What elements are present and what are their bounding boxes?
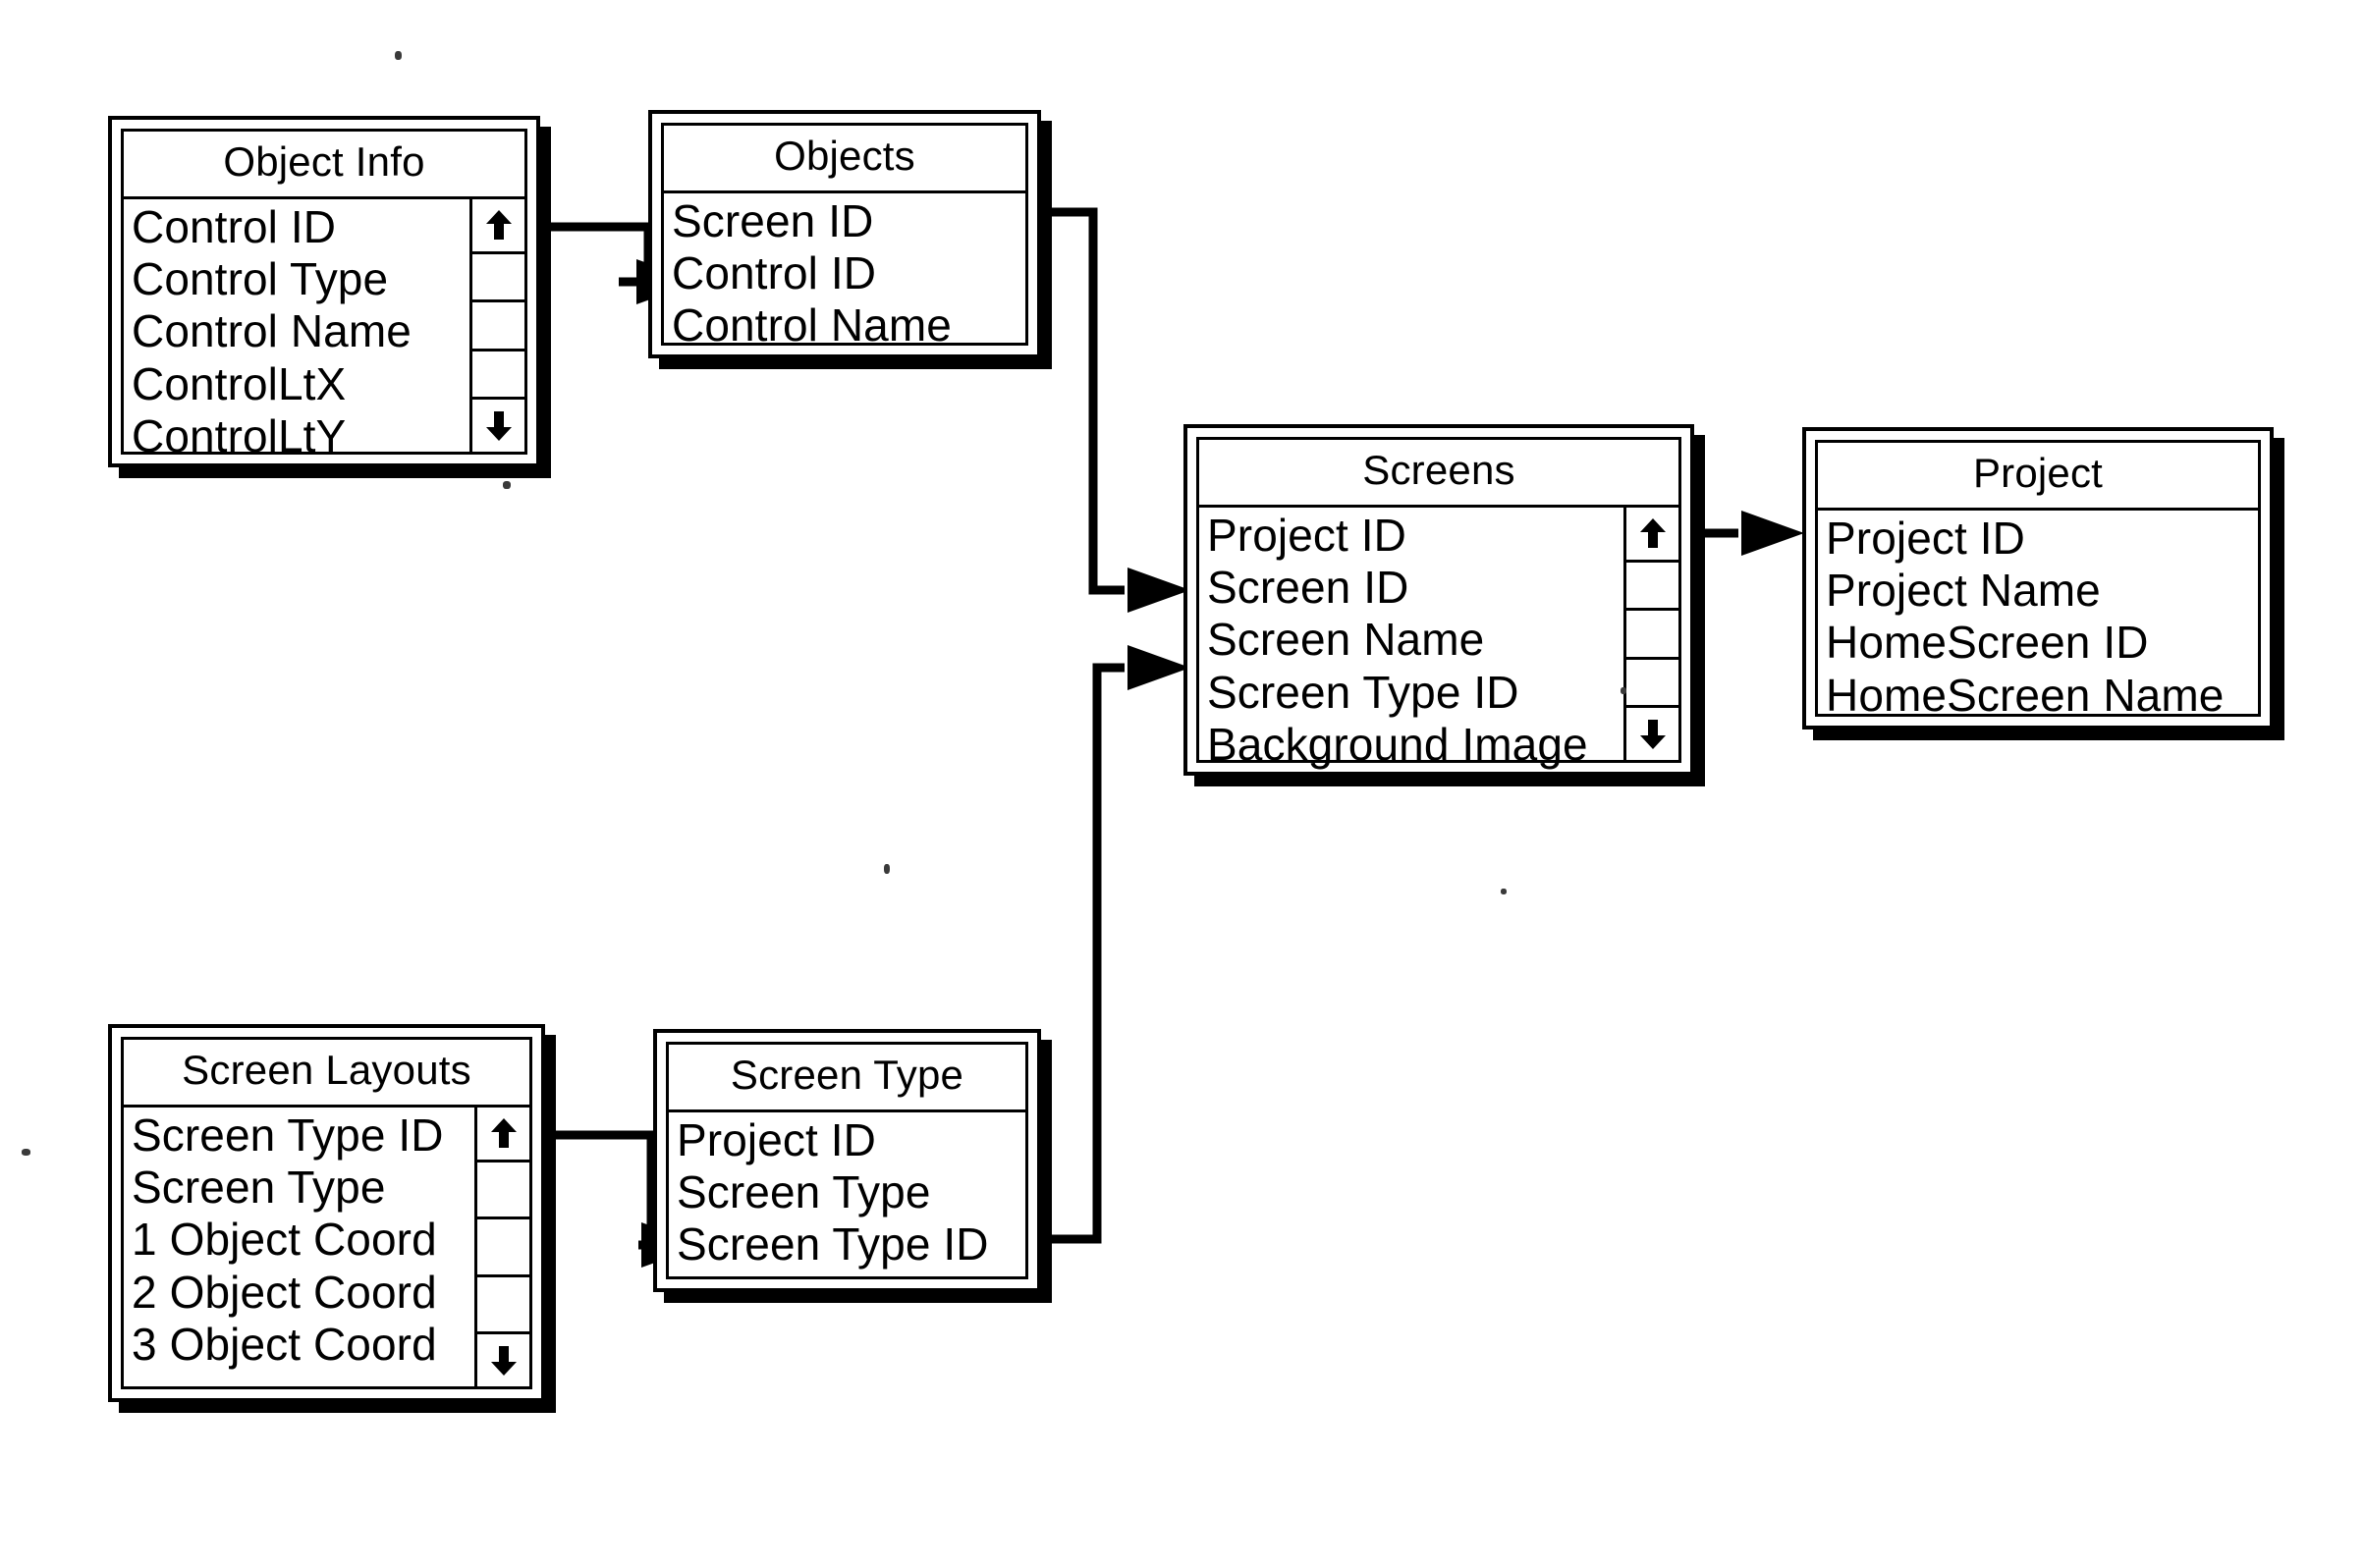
field-row: Screen Type ID [677, 1218, 989, 1271]
field-row: Control Name [672, 299, 952, 351]
field-row: ControlLtY [132, 409, 347, 461]
entity-screen-layouts[interactable]: Screen Layouts Screen Type ID Screen Typ… [108, 1024, 545, 1402]
scan-speck [395, 51, 402, 60]
entity-objects[interactable]: Objects Screen ID Control ID Control Nam… [648, 110, 1041, 358]
scan-speck [22, 1149, 30, 1156]
entity-project[interactable]: Project Project ID Project Name HomeScre… [1802, 427, 2274, 730]
entity-objects-title: Objects [664, 126, 1025, 193]
connector-screen-type-to-screens [1034, 645, 1190, 1244]
scroll-up-arrow-icon[interactable] [472, 199, 524, 254]
field-row: Screen ID [672, 194, 874, 246]
entity-object-info-inner: Object Info Control ID Control Type Cont… [121, 129, 527, 461]
entity-object-info[interactable]: Object Info Control ID Control Type Cont… [108, 116, 540, 467]
entity-screen-type-title: Screen Type [669, 1045, 1025, 1112]
scroll-down-arrow-icon[interactable] [1626, 705, 1678, 760]
entity-project-title: Project [1818, 443, 2258, 511]
scan-speck [503, 481, 511, 489]
entity-screen-layouts-title: Screen Layouts [124, 1040, 529, 1108]
field-row: Screen Type ID [132, 1108, 444, 1161]
scroll-thumb-segment[interactable] [477, 1162, 529, 1220]
field-row: Control ID [132, 200, 337, 252]
scroll-down-arrow-icon[interactable] [477, 1331, 529, 1386]
field-row: Screen Type [132, 1161, 386, 1213]
field-row: Control ID [672, 246, 877, 298]
field-row: 2 Object Coord [132, 1266, 437, 1318]
field-row: ControlLtX [132, 357, 347, 409]
entity-screens-scrollbar[interactable] [1623, 507, 1678, 760]
scroll-up-arrow-icon[interactable] [1626, 508, 1678, 563]
field-row: Screen Type ID [1207, 666, 1519, 718]
field-row: 3 Object Coord [132, 1318, 437, 1370]
field-row: Screen Name [1207, 614, 1485, 666]
entity-object-info-title: Object Info [124, 132, 524, 199]
field-row: Control Name [132, 305, 412, 357]
field-row: Background Image [1207, 718, 1588, 770]
entity-project-field-list: Project ID Project Name HomeScreen ID Ho… [1818, 511, 2258, 721]
entity-screen-layouts-inner: Screen Layouts Screen Type ID Screen Typ… [121, 1037, 532, 1389]
entity-screen-layouts-scrollbar[interactable] [474, 1107, 529, 1386]
entity-object-info-scrollbar[interactable] [469, 198, 524, 452]
scroll-thumb-segment[interactable] [1626, 563, 1678, 612]
field-row: Project ID [1826, 512, 2025, 564]
entity-screen-type-body: Project ID Screen Type Screen Type ID [669, 1112, 1025, 1276]
scan-speck [884, 864, 890, 874]
entity-objects-field-list: Screen ID Control ID Control Name [664, 193, 1025, 351]
scroll-thumb-segment[interactable] [472, 302, 524, 351]
entity-project-inner: Project Project ID Project Name HomeScre… [1815, 440, 2261, 721]
entity-objects-body: Screen ID Control ID Control Name [664, 193, 1025, 351]
field-row: Project Name [1826, 564, 2101, 616]
field-row: Project ID [1207, 509, 1406, 561]
scroll-thumb-segment[interactable] [1626, 611, 1678, 660]
field-row: Control Type [132, 252, 389, 304]
scroll-thumb-segment[interactable] [472, 254, 524, 303]
scroll-track[interactable] [472, 254, 524, 397]
scan-speck [1501, 889, 1507, 894]
scroll-thumb-segment[interactable] [477, 1219, 529, 1277]
scroll-up-arrow-icon[interactable] [477, 1108, 529, 1162]
field-row: Project ID [677, 1113, 876, 1165]
entity-screen-type[interactable]: Screen Type Project ID Screen Type Scree… [653, 1029, 1041, 1292]
scroll-track[interactable] [1626, 563, 1678, 705]
field-row: 1 Object Coord [132, 1214, 437, 1266]
diagram-canvas: Object Info Control ID Control Type Cont… [0, 0, 2364, 1568]
entity-screens[interactable]: Screens Project ID Screen ID Screen Name… [1183, 424, 1694, 776]
scroll-thumb-segment[interactable] [1626, 660, 1678, 705]
entity-screens-field-list: Project ID Screen ID Screen Name Screen … [1199, 508, 1623, 770]
field-row: Screen Type [677, 1165, 931, 1217]
scroll-thumb-segment[interactable] [477, 1277, 529, 1331]
entity-object-info-body: Control ID Control Type Control Name Con… [124, 198, 524, 461]
scroll-thumb-segment[interactable] [472, 351, 524, 397]
connector-objects-to-screens [1034, 207, 1190, 613]
entity-project-body: Project ID Project Name HomeScreen ID Ho… [1818, 511, 2258, 721]
field-row: HomeScreen ID [1826, 617, 2149, 669]
entity-screens-body: Project ID Screen ID Screen Name Screen … [1199, 507, 1678, 770]
entity-screen-type-field-list: Project ID Screen Type Screen Type ID [669, 1112, 1025, 1276]
scroll-track[interactable] [477, 1162, 529, 1331]
entity-object-info-field-list: Control ID Control Type Control Name Con… [124, 199, 469, 461]
scroll-down-arrow-icon[interactable] [472, 397, 524, 452]
entity-screens-title: Screens [1199, 440, 1678, 508]
entity-objects-inner: Objects Screen ID Control ID Control Nam… [661, 123, 1028, 351]
connector-screens-to-project [1685, 511, 1804, 556]
entity-screen-type-inner: Screen Type Project ID Screen Type Scree… [666, 1042, 1028, 1279]
field-row: HomeScreen Name [1826, 669, 2225, 721]
field-row: Screen ID [1207, 561, 1409, 613]
entity-screen-layouts-body: Screen Type ID Screen Type 1 Object Coor… [124, 1107, 529, 1386]
entity-screen-layouts-field-list: Screen Type ID Screen Type 1 Object Coor… [124, 1108, 474, 1386]
scan-speck [1621, 687, 1626, 694]
entity-screens-inner: Screens Project ID Screen ID Screen Name… [1196, 437, 1681, 770]
